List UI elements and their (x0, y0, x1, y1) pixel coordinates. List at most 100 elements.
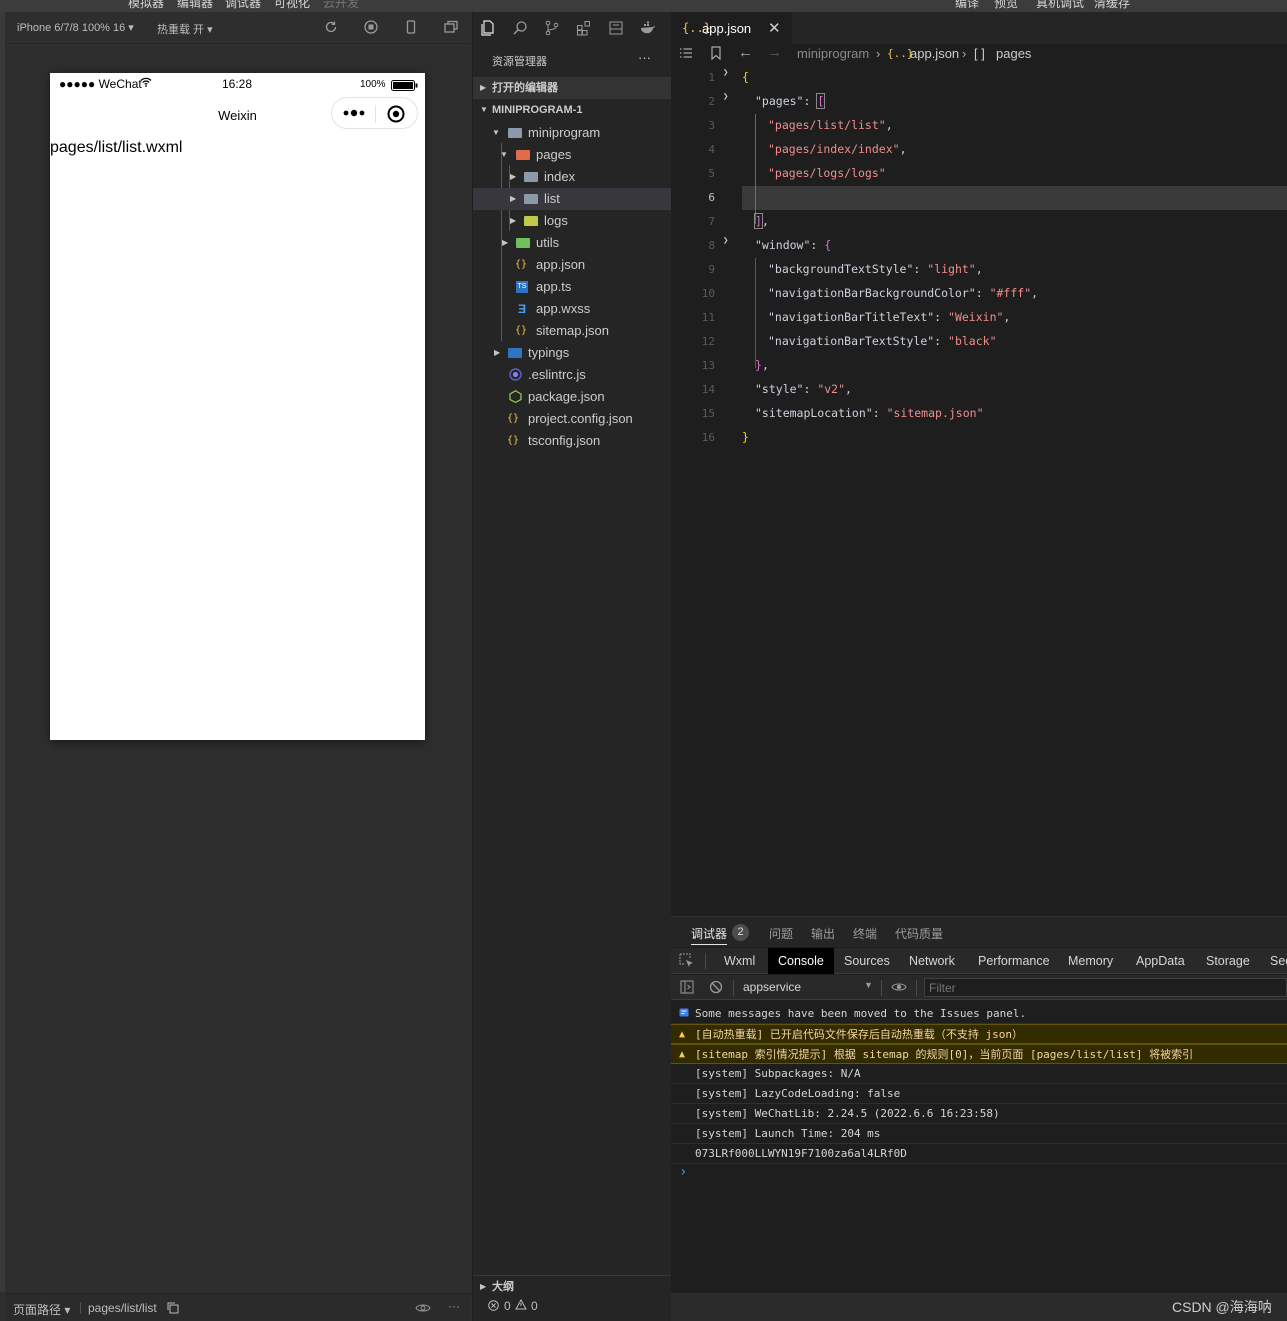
tree-folder-list[interactable]: ▶ list (473, 188, 672, 210)
close-target-icon[interactable] (387, 105, 405, 126)
code-editor: {..} app.json ✕ ← → miniprogram › {..} a… (671, 12, 1287, 916)
tree-folder-index[interactable]: ▶ index (473, 166, 672, 188)
context-select[interactable]: appservice (743, 980, 801, 994)
clear-console-icon[interactable] (709, 980, 723, 997)
tree-folder-utils[interactable]: ▶ utils (473, 232, 672, 254)
error-count: 0 (504, 1299, 511, 1313)
menu-visual[interactable]: 可视化 (274, 0, 310, 11)
menu-simulator[interactable]: 模拟器 (128, 0, 164, 11)
console-message: [system] LazyCodeLoading: false (671, 1084, 1287, 1104)
breadcrumb-symbol[interactable]: pages (996, 46, 1031, 61)
inspect-element-icon[interactable] (679, 953, 694, 971)
status-bar-problems[interactable]: 0 0 (473, 1293, 672, 1321)
fold-chevron-icon[interactable]: ❯ (723, 68, 728, 78)
page-path-label[interactable]: 页面路径 ▾ (13, 1301, 70, 1318)
chevron-right-icon: ▶ (494, 348, 501, 357)
tree-file-project-config[interactable]: {} project.config.json (473, 408, 672, 430)
tree-file-sitemap-json[interactable]: {} sitemap.json (473, 320, 672, 342)
tree-file-app-ts[interactable]: TS app.ts (473, 276, 672, 298)
tree-file-app-json[interactable]: {} app.json (473, 254, 672, 276)
device-select[interactable]: iPhone 6/7/8 100% 16 ▾ (17, 21, 134, 34)
console-prompt[interactable]: › (671, 1164, 1287, 1184)
tab-code-quality[interactable]: 代码质量 (895, 925, 943, 942)
devtools-tab-security[interactable]: Sec (1260, 948, 1287, 974)
capsule-menu[interactable] (331, 97, 418, 129)
files-icon[interactable] (479, 20, 497, 38)
tab-terminal[interactable]: 终端 (853, 925, 877, 942)
code-string: "pages/logs/logs" (768, 166, 886, 180)
live-expression-eye-icon[interactable] (891, 981, 907, 996)
tab-debugger[interactable]: 调试器 (691, 925, 728, 945)
bookmark-icon[interactable] (710, 46, 722, 63)
tree-file-eslintrc[interactable]: .eslintrc.js (473, 364, 672, 386)
folder-icon (524, 170, 538, 184)
code-area[interactable]: 1 2 3 4 5 6 7 8 9 10 11 12 13 14 15 16 ❯… (671, 66, 1287, 916)
tree-folder-typings[interactable]: ▶ typings (473, 342, 672, 364)
close-icon[interactable]: ✕ (768, 19, 781, 37)
dropdown-arrow-icon[interactable]: ▼ (864, 980, 873, 990)
tab-output[interactable]: 输出 (811, 925, 835, 942)
devtools-tab-wxml[interactable]: Wxml (714, 948, 765, 974)
project-section[interactable]: ▼ MINIPROGRAM-1 (473, 99, 672, 121)
tree-folder-pages[interactable]: ▼ pages (473, 144, 672, 166)
search-icon[interactable] (511, 20, 529, 38)
back-arrow-icon[interactable]: ← (738, 44, 753, 61)
detach-window-icon[interactable] (443, 20, 459, 36)
line-number: 12 (701, 335, 715, 348)
menu-cloud[interactable]: 云开发 (323, 0, 359, 11)
sidebar-toggle-icon[interactable] (680, 980, 694, 997)
menu-clear-cache[interactable]: 清缓存 (1094, 0, 1130, 11)
chevron-right-icon: ▶ (510, 216, 517, 225)
eye-icon[interactable] (415, 1302, 431, 1317)
tab-app-json[interactable]: {..} app.json ✕ (671, 12, 792, 44)
fold-chevron-icon[interactable]: ❯ (723, 236, 728, 246)
chevron-right-icon: › (876, 46, 881, 61)
message-text: Some messages have been moved to the Iss… (695, 1007, 1027, 1020)
devtools-tab-performance[interactable]: Performance (968, 948, 1060, 974)
open-editors-section[interactable]: ▶ 打开的编辑器 (473, 77, 672, 99)
open-editors-label: 打开的编辑器 (492, 82, 558, 94)
menu-real-debug[interactable]: 真机调试 (1036, 0, 1084, 11)
tab-problems[interactable]: 问题 (769, 925, 793, 942)
extensions-icon[interactable] (575, 20, 593, 38)
forward-arrow-icon[interactable]: → (767, 44, 782, 61)
devtools-tab-memory[interactable]: Memory (1058, 948, 1123, 974)
menu-debugger[interactable]: 调试器 (225, 0, 261, 11)
phone-icon[interactable] (403, 20, 419, 36)
devtools-tab-appdata[interactable]: AppData (1126, 948, 1195, 974)
copy-icon[interactable] (167, 1302, 179, 1317)
menu-editor[interactable]: 编辑器 (177, 0, 213, 11)
devtools-tab-storage[interactable]: Storage (1196, 948, 1260, 974)
more-dots-icon[interactable] (342, 106, 366, 123)
code-line: "navigationBarBackgroundColor": "#fff", (768, 286, 1039, 300)
wifi-icon (140, 77, 152, 90)
menu-compile[interactable]: 编译 (955, 0, 979, 11)
debug-panel: 调试器 2 问题 输出 终端 代码质量 Wxml Console Sources… (671, 916, 1287, 1293)
message-text: [system] LazyCodeLoading: false (695, 1087, 901, 1100)
explorer-more-button[interactable]: ··· (638, 50, 651, 65)
console-filter-input[interactable] (924, 978, 1287, 997)
devtools-tab-console[interactable]: Console (768, 948, 834, 974)
tree-file-package-json[interactable]: package.json (473, 386, 672, 408)
devtools-tab-network[interactable]: Network (899, 948, 965, 974)
tree-folder-miniprogram[interactable]: ▼ miniprogram (473, 122, 672, 144)
tree-label: miniprogram (528, 125, 601, 140)
breadcrumb-file[interactable]: app.json (910, 46, 959, 61)
storage-icon[interactable] (607, 20, 625, 38)
devtools-tab-sources[interactable]: Sources (834, 948, 900, 974)
more-icon[interactable]: ··· (448, 1299, 460, 1313)
line-number: 11 (701, 311, 715, 324)
menu-preview[interactable]: 预览 (994, 0, 1018, 11)
tree-file-app-wxss[interactable]: Ǝ app.wxss (473, 298, 672, 320)
tree-file-tsconfig[interactable]: {} tsconfig.json (473, 430, 672, 452)
refresh-icon[interactable] (323, 20, 339, 36)
hot-reload-toggle[interactable]: 热重载 开 ▾ (157, 21, 213, 37)
fold-chevron-icon[interactable]: ❯ (723, 92, 728, 102)
stop-icon[interactable] (363, 20, 379, 36)
console-message-info: Some messages have been moved to the Iss… (671, 1004, 1287, 1024)
breadcrumb-folder[interactable]: miniprogram (797, 46, 869, 61)
tree-folder-logs[interactable]: ▶ logs (473, 210, 672, 232)
source-control-icon[interactable] (543, 20, 561, 38)
docker-icon[interactable] (639, 20, 657, 38)
list-icon[interactable] (679, 46, 693, 63)
